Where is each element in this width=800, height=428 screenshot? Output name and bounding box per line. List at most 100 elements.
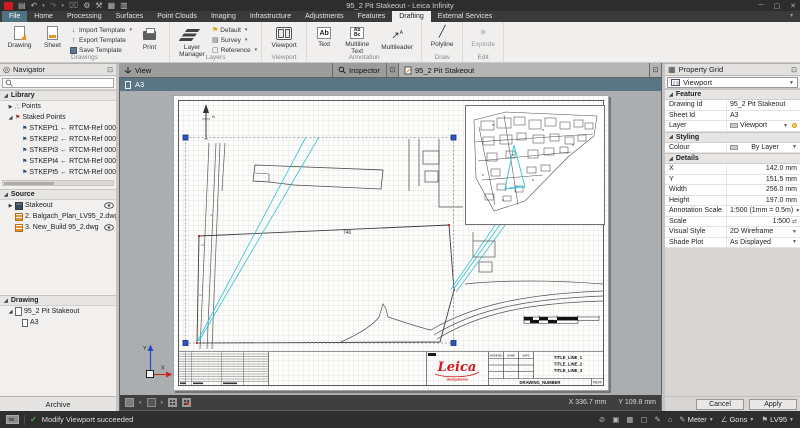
tree-item-sheet-a3[interactable]: A3 bbox=[0, 317, 116, 328]
tab-processing[interactable]: Processing bbox=[60, 11, 109, 22]
layer-manager-button[interactable]: Layer Manager bbox=[174, 23, 210, 58]
tab-drafting[interactable]: Drafting bbox=[392, 11, 431, 22]
navigator-search-input[interactable] bbox=[15, 80, 111, 87]
visual-style-dropdown[interactable]: 2D Wireframe ▼ bbox=[727, 227, 800, 237]
pin-icon[interactable]: ⊡ bbox=[650, 63, 662, 77]
layer-dropdown[interactable]: Viewport ▼ bbox=[727, 121, 800, 131]
tree-item-dwg-balgach[interactable]: 2. Balgach_Plan_LV95_2.dwg bbox=[0, 211, 116, 222]
grid-view-icon[interactable]: ▦ bbox=[108, 1, 116, 10]
home-icon[interactable]: ⌂ bbox=[668, 415, 673, 424]
undo-icon[interactable]: ↶ bbox=[31, 1, 38, 10]
tab-file[interactable]: File bbox=[2, 11, 27, 22]
ribbon-collapse-icon[interactable]: ▾ bbox=[790, 11, 800, 22]
tools-icon[interactable]: ⚒ bbox=[95, 1, 102, 10]
height-value-input[interactable]: 197.0 mm bbox=[727, 196, 800, 206]
close-button[interactable]: ✕ bbox=[790, 2, 796, 10]
tab-features[interactable]: Features bbox=[351, 11, 393, 22]
library-section-header[interactable]: ◢ Library bbox=[0, 90, 116, 101]
x-value-input[interactable]: 142.0 mm bbox=[727, 164, 800, 174]
message-panel-icon[interactable] bbox=[6, 415, 19, 424]
tree-item-stkept5[interactable]: ⚑ STKEPt5 ← RTCM-Ref 0000 (07/10/ bbox=[0, 167, 116, 178]
circle-slash-icon[interactable]: ⊘ bbox=[599, 415, 605, 424]
print-button[interactable]: Print bbox=[134, 23, 165, 51]
panel-icon[interactable]: ▣ bbox=[612, 415, 619, 424]
redo-caret-icon[interactable]: ▾ bbox=[61, 3, 64, 9]
delete-icon[interactable]: ⌧ bbox=[69, 1, 78, 10]
tab-adjustments[interactable]: Adjustments bbox=[298, 11, 351, 22]
drawing-canvas[interactable]: N bbox=[120, 91, 661, 395]
scale-sync-icon[interactable]: ⇄ bbox=[792, 218, 797, 225]
archive-button[interactable]: Archive bbox=[0, 396, 116, 411]
tree-item-stkept4[interactable]: ⚑ STKEPt4 ← RTCM-Ref 0000 (07/10/ bbox=[0, 156, 116, 167]
fill-mode-caret-icon[interactable]: ▾ bbox=[139, 400, 142, 406]
annotation-scale-dropdown[interactable]: 1:500 (1mm = 0.5m) ▼ bbox=[727, 206, 800, 216]
explode-button[interactable]: ✶ Explode bbox=[467, 23, 499, 48]
tab-point-clouds[interactable]: Point Clouds bbox=[150, 11, 204, 22]
export-template-button[interactable]: ↑ Export Template bbox=[70, 35, 132, 45]
expand-arrow-icon[interactable]: ▶ bbox=[8, 203, 13, 209]
y-value-input[interactable]: 151.5 mm bbox=[727, 175, 800, 185]
pin-icon[interactable]: ⊡ bbox=[387, 63, 399, 77]
viewport-handle[interactable] bbox=[183, 341, 188, 346]
layer-survey-dropdown[interactable]: ▤ Survey ▾ bbox=[212, 35, 257, 45]
feature-section-header[interactable]: ◢ Feature bbox=[665, 89, 800, 100]
tab-home[interactable]: Home bbox=[27, 11, 60, 22]
tab-view[interactable]: View bbox=[119, 63, 333, 77]
settings-icon[interactable]: ⚙ bbox=[83, 1, 90, 10]
print-icon[interactable]: ▥ bbox=[120, 1, 128, 10]
layout-mode-icon[interactable] bbox=[147, 398, 156, 407]
fill-mode-icon[interactable] bbox=[125, 398, 134, 407]
expand-arrow-icon[interactable]: ▶ bbox=[8, 104, 13, 110]
shade-plot-dropdown[interactable]: As Displayed ▼ bbox=[727, 238, 800, 248]
pin-icon[interactable]: ⊡ bbox=[107, 66, 113, 74]
scale-value-input[interactable]: 1:500 ⇄ bbox=[727, 217, 800, 227]
tree-item-stakeout[interactable]: ▶ Stakeout bbox=[0, 200, 116, 211]
tab-imaging[interactable]: Imaging bbox=[204, 11, 243, 22]
apply-button[interactable]: Apply bbox=[749, 399, 797, 410]
scrollbar-thumb[interactable] bbox=[4, 182, 54, 185]
tree-item-staked-points[interactable]: ◢ ⚑ Staked Points bbox=[0, 112, 116, 123]
multiline-text-button[interactable]: AbBc Multiline Text bbox=[339, 23, 375, 55]
details-section-header[interactable]: ◢ Details bbox=[665, 153, 800, 164]
tree-item-drawing-root[interactable]: ◢ 95_2 Pit Stakeout bbox=[0, 306, 116, 317]
cancel-button[interactable]: Cancel bbox=[696, 399, 744, 410]
undo-caret-icon[interactable]: ▾ bbox=[42, 3, 45, 9]
tree-item-stkept2[interactable]: ⚑ STKEPt2 ← RTCM-Ref 0000 (07/10/ bbox=[0, 134, 116, 145]
pencil-page-icon[interactable]: ✎ bbox=[654, 415, 660, 424]
polyline-button[interactable]: ╱ Polyline bbox=[426, 23, 458, 48]
visibility-eye-icon[interactable] bbox=[104, 202, 114, 209]
viewport-button[interactable]: Viewport bbox=[266, 23, 302, 49]
tab-document[interactable]: 95_2 Pit Stakeout bbox=[399, 63, 650, 77]
tab-surfaces[interactable]: Surfaces bbox=[109, 11, 151, 22]
styling-section-header[interactable]: ◢ Styling bbox=[665, 132, 800, 143]
viewport-selection[interactable] bbox=[186, 138, 454, 344]
tab-inspector[interactable]: Inspector bbox=[333, 63, 387, 77]
tab-infrastructure[interactable]: Infrastructure bbox=[243, 11, 298, 22]
tab-external-services[interactable]: External Services bbox=[431, 11, 499, 22]
visibility-eye-icon[interactable] bbox=[104, 224, 114, 231]
a3-sheet[interactable]: N bbox=[173, 95, 609, 391]
tree-item-stkept3[interactable]: ⚑ STKEPt3 ← RTCM-Ref 0000 (07/10/ bbox=[0, 145, 116, 156]
minimize-button[interactable]: ─ bbox=[759, 2, 764, 10]
expand-arrow-icon[interactable]: ◢ bbox=[8, 115, 13, 121]
maximize-button[interactable]: ▢ bbox=[774, 2, 781, 10]
text-button[interactable]: Ab Text bbox=[311, 23, 337, 48]
layer-default-dropdown[interactable]: ⚑ Default ▾ bbox=[212, 25, 257, 35]
angle-units-dropdown[interactable]: ∠ Gons ▼ bbox=[721, 415, 755, 424]
grid-toggle-icon[interactable] bbox=[168, 398, 177, 407]
tree-item-dwg-newbuild[interactable]: 3. New_Build 95_2.dwg bbox=[0, 222, 116, 233]
source-section-header[interactable]: ◢ Source bbox=[0, 189, 116, 200]
viewport-handle[interactable] bbox=[183, 135, 188, 140]
import-template-button[interactable]: ↓ Import Template ▾ bbox=[70, 25, 132, 35]
save-icon[interactable]: ▤ bbox=[18, 1, 26, 10]
grid-icon[interactable]: ▦ bbox=[626, 415, 633, 424]
units-dropdown[interactable]: ✎ Meter ▼ bbox=[679, 415, 713, 424]
crs-dropdown[interactable]: ⚑ LV95 ▼ bbox=[761, 415, 794, 424]
snap-grid-icon[interactable] bbox=[182, 398, 191, 407]
tree-item-stkept1[interactable]: ⚑ STKEPt1 ← RTCM-Ref 0000 (07/10/ bbox=[0, 123, 116, 134]
sheet-button[interactable]: Sheet bbox=[37, 23, 68, 49]
viewport-handle[interactable] bbox=[451, 341, 456, 346]
colour-dropdown[interactable]: By Layer ▼ bbox=[727, 143, 800, 153]
pin-icon[interactable]: ⊡ bbox=[791, 66, 797, 74]
multileader-button[interactable]: ↗A Multileader bbox=[377, 23, 417, 51]
